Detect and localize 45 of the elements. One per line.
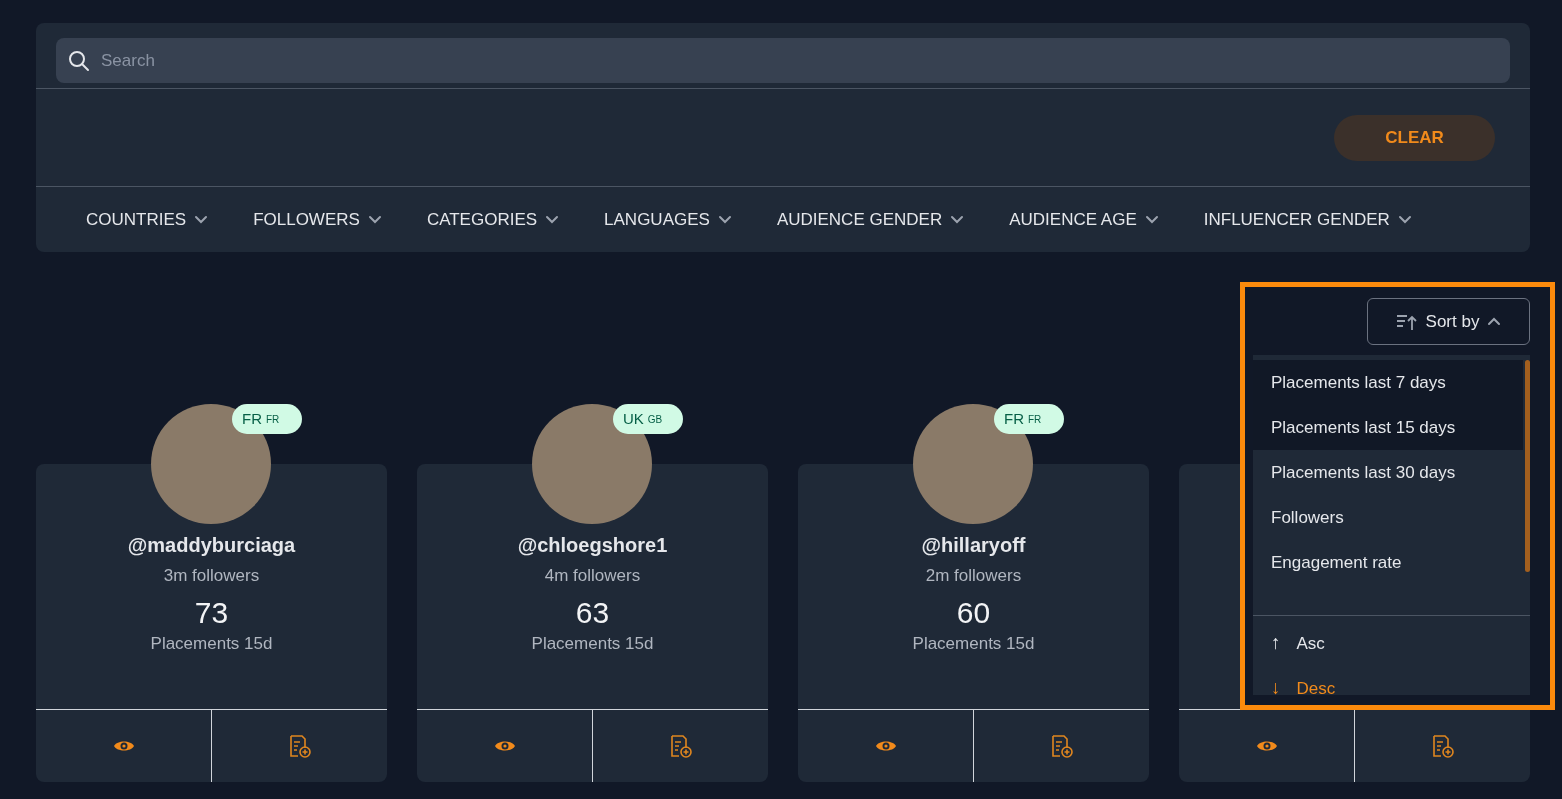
sort-option[interactable]: Placements last 7 days (1253, 360, 1523, 405)
document-plus-icon (669, 734, 692, 758)
filter-dropdown[interactable]: AUDIENCE GENDER (776, 206, 965, 233)
clear-button[interactable]: CLEAR (1334, 114, 1495, 161)
profile-handle: @hillaryoff (921, 533, 1026, 558)
chevron-down-icon (1397, 215, 1412, 224)
document-plus-icon (1050, 734, 1073, 758)
chevron-down-icon (194, 215, 209, 224)
sort-option[interactable]: Placements last 30 days (1253, 450, 1523, 495)
country-badge: FR FR (994, 404, 1064, 434)
sort-order-option[interactable]: ↑ Asc (1253, 621, 1325, 666)
chevron-down-icon (545, 215, 560, 224)
sort-order-option[interactable]: ↓ Desc (1253, 666, 1336, 711)
filter-dropdown[interactable]: LANGUAGES (604, 206, 732, 233)
search-field[interactable]: Search (56, 38, 1510, 83)
chevron-down-icon (950, 215, 965, 224)
placement-count: 63 (575, 594, 610, 631)
follower-count: 4m followers (544, 565, 641, 587)
country-badge: UK GB (613, 404, 683, 434)
sort-icon (1395, 312, 1418, 331)
chevron-down-icon (717, 215, 732, 224)
chevron-down-icon (367, 215, 382, 224)
profile-handle: @chloegshore1 (517, 533, 668, 558)
chevron-up-icon (1487, 317, 1502, 326)
sort-button[interactable]: Sort by (1367, 298, 1530, 345)
sort-option[interactable]: Placements last 15 days (1253, 405, 1523, 450)
profile-handle: @maddyburciaga (127, 533, 296, 558)
filter-dropdown[interactable]: COUNTRIES (86, 206, 209, 233)
placement-label: Placements 15d (531, 632, 654, 655)
filter-dropdown[interactable]: CATEGORIES (426, 206, 560, 233)
follower-count: 3m followers (163, 565, 260, 587)
filter-dropdown[interactable]: INFLUENCER GENDER (1203, 206, 1412, 233)
placement-count: 73 (194, 594, 229, 631)
placement-count: 60 (956, 594, 991, 631)
sort-option[interactable]: Followers (1253, 495, 1523, 540)
document-plus-icon (288, 734, 311, 758)
chevron-down-icon (1144, 215, 1159, 224)
filter-dropdown[interactable]: FOLLOWERS (253, 206, 382, 233)
country-badge: FR FR (232, 404, 302, 434)
sort-option[interactable]: Engagement rate (1253, 540, 1523, 585)
placement-label: Placements 15d (150, 632, 273, 655)
document-plus-icon (1431, 734, 1454, 758)
follower-count: 2m followers (925, 565, 1022, 587)
placement-label: Placements 15d (912, 632, 1035, 655)
filter-dropdown[interactable]: AUDIENCE AGE (1009, 206, 1159, 233)
